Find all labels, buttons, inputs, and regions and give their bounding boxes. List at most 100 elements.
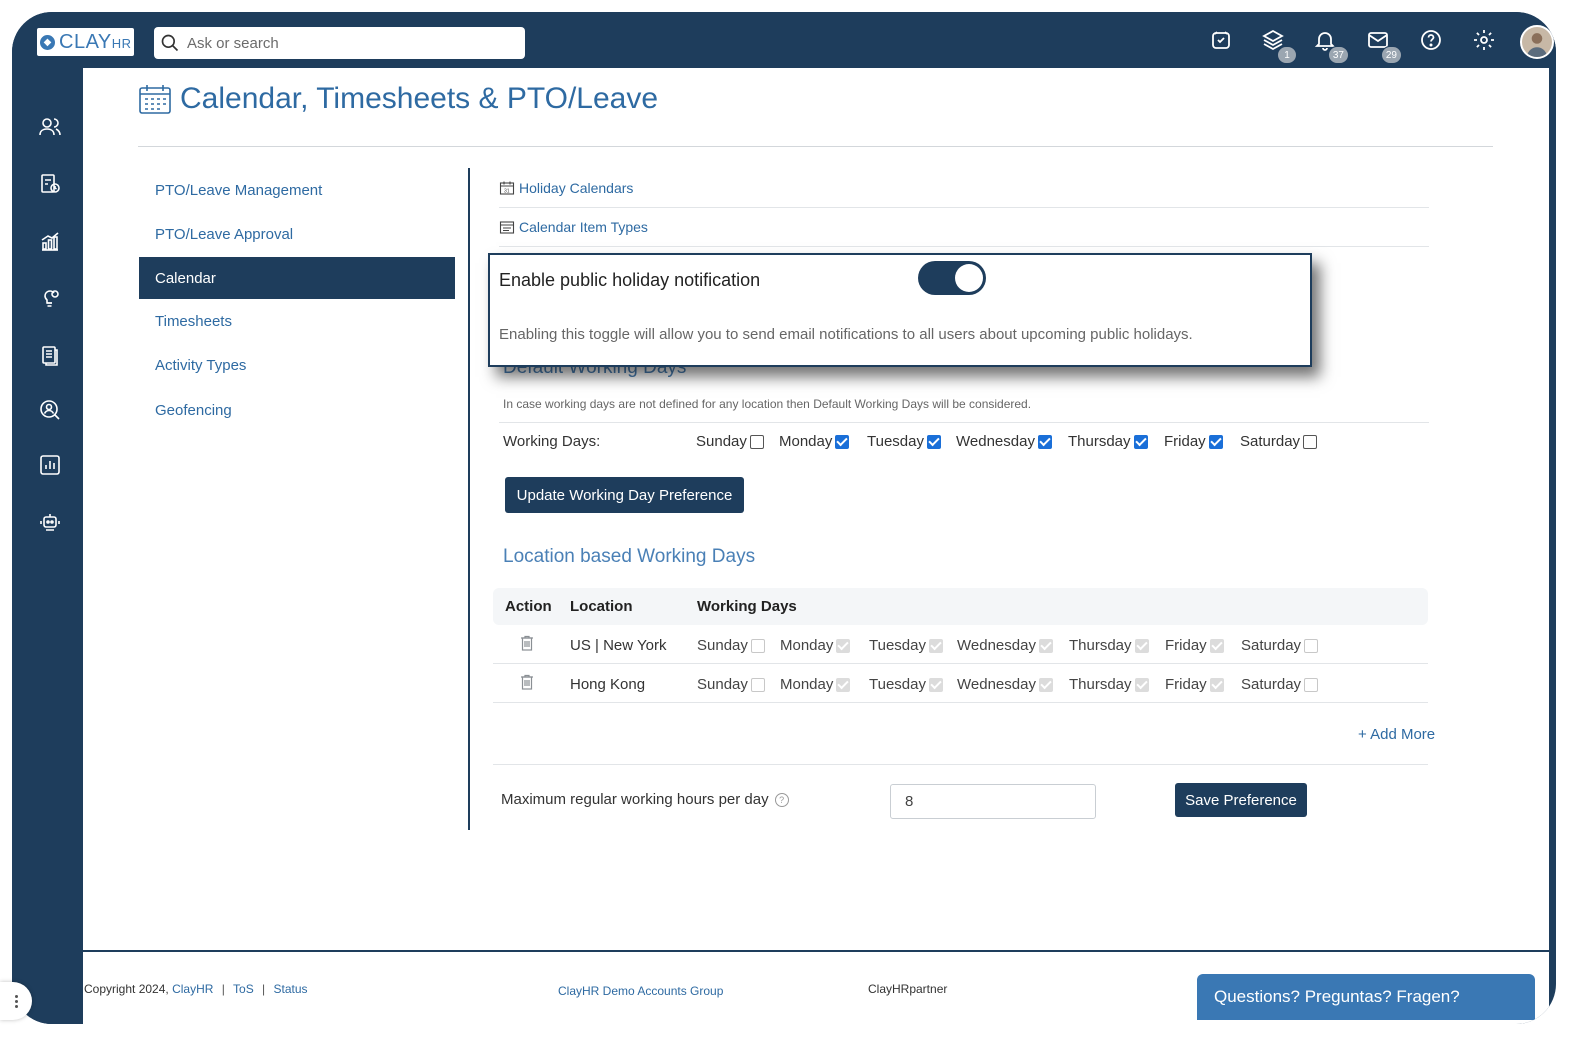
header-working-days: Working Days xyxy=(697,598,797,615)
settings-button[interactable] xyxy=(1470,26,1498,54)
clayhr-link[interactable]: ClayHR xyxy=(172,982,213,996)
checkbox-thursday xyxy=(1134,677,1149,692)
clipboard-clock-icon xyxy=(41,174,60,193)
app-window: ◆ CLAYHR 1 37 29 xyxy=(12,12,1556,1024)
default-day-tuesday[interactable]: Tuesday xyxy=(867,433,941,450)
checklist-button[interactable] xyxy=(1207,26,1235,54)
trash-icon[interactable] xyxy=(520,635,534,651)
calendar-item-types-link[interactable]: Calendar Item Types xyxy=(499,208,1429,247)
layers-badge: 1 xyxy=(1277,46,1297,64)
toggle-knob xyxy=(955,264,983,292)
tos-link[interactable]: ToS xyxy=(233,982,254,996)
checkbox-saturday[interactable] xyxy=(1303,434,1318,449)
title-divider xyxy=(138,146,1493,147)
nav-item-timesheets[interactable]: Timesheets xyxy=(139,299,455,344)
robot-icon xyxy=(40,514,60,531)
table-row: US | New York Sunday Monday Tuesday Wedn… xyxy=(493,625,1428,664)
logo-sub: HR xyxy=(111,35,132,51)
nav-item-pto-leave-management[interactable]: PTO/Leave Management xyxy=(139,168,455,213)
holiday-notification-label: Enable public holiday notification xyxy=(499,270,761,290)
max-hours-input[interactable] xyxy=(890,784,1096,819)
sidebar-item-recruiting[interactable] xyxy=(36,396,64,424)
default-working-days-row: Working Days: Sunday Monday Tuesday Wedn… xyxy=(503,430,1423,454)
location-name: Hong Kong xyxy=(570,676,646,693)
checkbox-monday[interactable] xyxy=(835,434,850,449)
save-preference-button[interactable]: Save Preference xyxy=(1175,783,1307,817)
trash-icon[interactable] xyxy=(520,674,534,690)
sidebar-item-ideas[interactable] xyxy=(36,283,64,311)
clayhr-logo[interactable]: ◆ CLAYHR xyxy=(37,28,134,56)
divider xyxy=(493,764,1428,765)
svg-text:31: 31 xyxy=(504,189,510,195)
report-icon xyxy=(40,455,60,475)
working-days-label: Working Days: xyxy=(503,433,601,450)
checkbox-sunday[interactable] xyxy=(749,434,764,449)
chat-widget-button[interactable]: Questions? Preguntas? Fragen? xyxy=(1197,974,1535,1020)
location-working-days-title: Location based Working Days xyxy=(503,546,756,567)
row-day-saturday: Saturday xyxy=(1241,676,1319,693)
default-day-monday[interactable]: Monday xyxy=(779,433,850,450)
nav-item-calendar[interactable]: Calendar xyxy=(139,257,455,299)
default-day-saturday[interactable]: Saturday xyxy=(1240,433,1318,450)
question-circle-icon[interactable]: ? xyxy=(774,792,789,807)
row-day-wednesday: Wednesday xyxy=(957,676,1053,693)
logo-mark-icon: ◆ xyxy=(40,34,55,50)
row-day-wednesday: Wednesday xyxy=(957,637,1053,654)
bar-chart-icon xyxy=(41,232,59,251)
footer-links: Copyright 2024, ClayHR | ToS | Status xyxy=(84,982,308,996)
checklist-icon xyxy=(1212,31,1230,49)
checkbox-wednesday[interactable] xyxy=(1037,434,1052,449)
checkbox-monday xyxy=(836,677,851,692)
row-day-monday: Monday xyxy=(780,637,851,654)
row-day-sunday: Sunday xyxy=(697,676,765,693)
avatar-photo-icon xyxy=(1526,33,1548,57)
checkbox-sunday xyxy=(750,677,765,692)
default-day-friday[interactable]: Friday xyxy=(1164,433,1223,450)
demo-accounts-group-link[interactable]: ClayHR Demo Accounts Group xyxy=(558,984,723,998)
checkbox-friday[interactable] xyxy=(1208,434,1223,449)
calendar-item-types-label: Calendar Item Types xyxy=(519,219,648,235)
partner-text: ClayHRpartner xyxy=(868,982,948,996)
settings-nav: PTO/Leave Management PTO/Leave Approval … xyxy=(139,168,455,433)
checkbox-monday xyxy=(836,638,851,653)
row-day-monday: Monday xyxy=(780,676,851,693)
status-link[interactable]: Status xyxy=(274,982,308,996)
nav-item-activity-types[interactable]: Activity Types xyxy=(139,344,455,389)
update-working-day-button[interactable]: Update Working Day Preference xyxy=(505,477,744,513)
checkbox-thursday[interactable] xyxy=(1133,434,1148,449)
table-header: Action Location Working Days xyxy=(493,588,1428,625)
notifications-button[interactable]: 37 xyxy=(1311,26,1349,64)
mail-button[interactable]: 29 xyxy=(1364,26,1402,64)
holiday-calendars-link[interactable]: 31 Holiday Calendars xyxy=(499,169,1429,208)
calendar-small-icon: 31 xyxy=(499,181,515,195)
sidebar-item-assistant[interactable] xyxy=(36,507,64,535)
logo-text: CLAY xyxy=(59,30,112,53)
default-day-wednesday[interactable]: Wednesday xyxy=(956,433,1052,450)
user-avatar[interactable] xyxy=(1520,25,1554,59)
sidebar-item-analytics[interactable] xyxy=(36,228,64,256)
separator: | xyxy=(221,982,225,996)
table-row: Hong Kong Sunday Monday Tuesday Wednesda… xyxy=(493,664,1428,703)
sidebar-item-documents[interactable] xyxy=(36,341,64,369)
default-day-sunday[interactable]: Sunday xyxy=(696,433,764,450)
search-input[interactable] xyxy=(187,34,507,52)
sidebar-item-reports[interactable] xyxy=(36,451,64,479)
search-box[interactable] xyxy=(154,27,525,59)
nav-item-pto-leave-approval[interactable]: PTO/Leave Approval xyxy=(139,213,455,258)
row-day-thursday: Thursday xyxy=(1069,637,1149,654)
layers-button[interactable]: 1 xyxy=(1259,26,1297,64)
nav-item-geofencing[interactable]: Geofencing xyxy=(139,388,455,433)
checkbox-sunday xyxy=(750,638,765,653)
max-hours-row: Maximum regular working hours per day ? xyxy=(501,791,789,808)
help-button[interactable] xyxy=(1417,26,1445,54)
search-person-icon xyxy=(40,400,60,420)
checkbox-tuesday[interactable] xyxy=(926,434,941,449)
copyright-text: Copyright 2024, xyxy=(84,982,169,996)
notifications-badge: 37 xyxy=(1327,46,1349,64)
default-day-thursday[interactable]: Thursday xyxy=(1068,433,1148,450)
page-header: Calendar, Timesheets & PTO/Leave xyxy=(138,82,658,116)
add-more-link[interactable]: + Add More xyxy=(1358,726,1435,743)
holiday-notification-toggle[interactable] xyxy=(918,261,986,295)
sidebar-item-people[interactable] xyxy=(36,113,64,141)
sidebar-item-attendance[interactable] xyxy=(36,170,64,198)
